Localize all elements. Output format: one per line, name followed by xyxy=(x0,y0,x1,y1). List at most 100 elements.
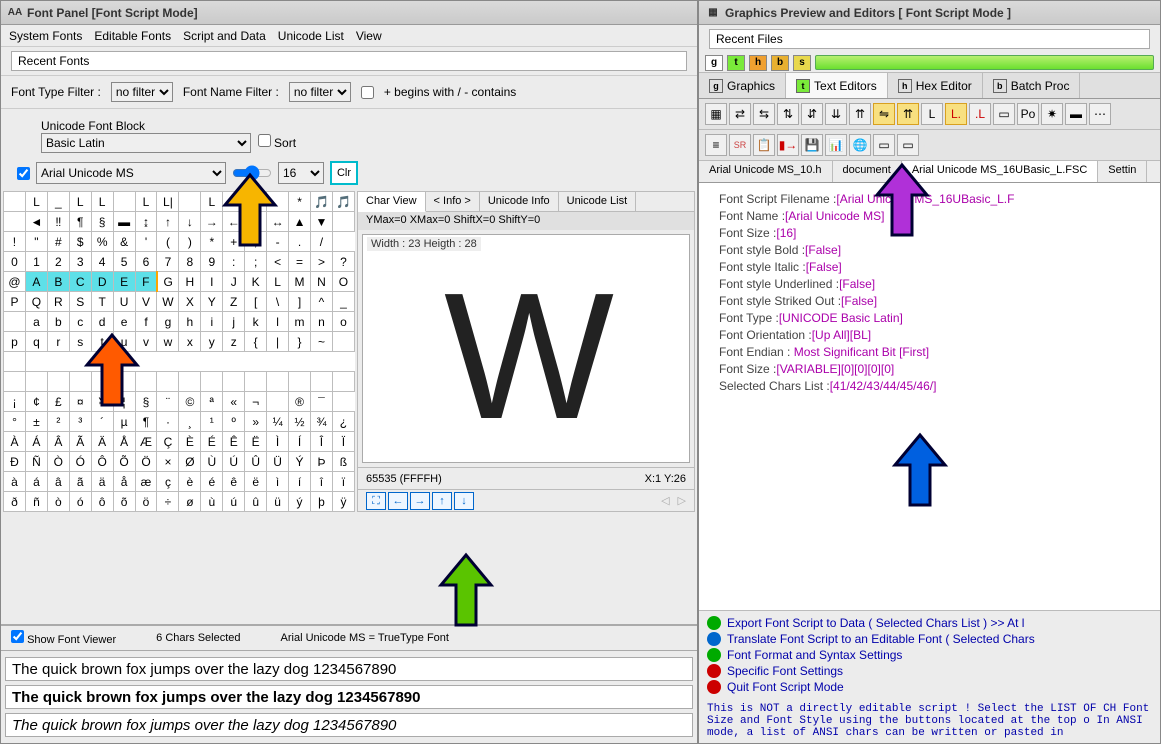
char-cell[interactable]: u xyxy=(113,332,135,352)
char-cell[interactable]: L xyxy=(25,192,47,212)
char-cell[interactable]: å xyxy=(113,472,135,492)
char-cell[interactable]: Ö xyxy=(135,452,157,472)
tab-text-editors[interactable]: tText Editors xyxy=(786,73,888,98)
char-cell[interactable]: n xyxy=(311,312,333,332)
char-cell[interactable]: W xyxy=(157,292,179,312)
char-cell[interactable]: V xyxy=(135,292,157,312)
char-cell[interactable]: N xyxy=(311,272,333,292)
char-cell[interactable]: ^ xyxy=(311,292,333,312)
tab-hex-editor[interactable]: hHex Editor xyxy=(888,73,983,98)
char-cell[interactable] xyxy=(135,372,157,392)
char-cell[interactable]: B xyxy=(47,272,69,292)
tbtn-box2-icon[interactable]: ▭ xyxy=(873,134,895,156)
char-cell[interactable]: % xyxy=(91,232,113,252)
char-cell[interactable]: J xyxy=(223,272,245,292)
tbtn-arrow3-icon[interactable]: ⇅ xyxy=(777,103,799,125)
show-viewer-checkbox[interactable] xyxy=(11,630,24,643)
char-cell[interactable]: ê xyxy=(223,472,245,492)
char-cell[interactable] xyxy=(332,332,354,352)
action-item[interactable]: Translate Font Script to an Editable Fon… xyxy=(707,631,1152,647)
char-cell[interactable]: T xyxy=(91,292,113,312)
char-cell[interactable]: ó xyxy=(69,492,91,512)
pill-h[interactable]: h xyxy=(749,55,767,71)
char-cell[interactable]: ç xyxy=(157,472,179,492)
sample-italic[interactable] xyxy=(5,713,693,737)
char-cell[interactable]: L xyxy=(267,272,289,292)
char-cell[interactable]: Û xyxy=(245,452,267,472)
char-cell[interactable]: Ç xyxy=(157,432,179,452)
nav-up-icon[interactable]: ↑ xyxy=(432,492,452,510)
tab-unicode-list[interactable]: Unicode List xyxy=(559,192,637,211)
char-cell[interactable]: + xyxy=(223,232,245,252)
script-editor[interactable]: Font Script Filename :[Arial Unicode MS_… xyxy=(699,183,1160,610)
char-cell[interactable] xyxy=(91,372,113,392)
tbtn-arrow5-icon[interactable]: ⇊ xyxy=(825,103,847,125)
char-cell[interactable]: Ð xyxy=(4,452,26,472)
clear-button[interactable]: Clr xyxy=(330,161,358,185)
char-cell[interactable]: Ä xyxy=(91,432,113,452)
char-cell[interactable] xyxy=(69,372,91,392)
char-cell[interactable]: Ë xyxy=(245,432,267,452)
char-cell[interactable]: b xyxy=(47,312,69,332)
char-cell[interactable]: ü xyxy=(267,492,289,512)
char-cell[interactable]: g xyxy=(157,312,179,332)
tbtn-globe-icon[interactable]: 🌐 xyxy=(849,134,871,156)
nav-fit-icon[interactable]: ⛶ xyxy=(366,492,386,510)
char-cell[interactable]: k xyxy=(245,312,267,332)
pill-g[interactable]: g xyxy=(705,55,723,71)
char-cell[interactable]: 0 xyxy=(4,252,26,272)
char-cell[interactable]: ã xyxy=(69,472,91,492)
char-cell[interactable]: Á xyxy=(25,432,47,452)
char-cell[interactable]: d xyxy=(91,312,113,332)
char-cell[interactable]: ¬ xyxy=(245,392,267,412)
nav-down-icon[interactable]: ↓ xyxy=(454,492,474,510)
char-cell[interactable]: ( xyxy=(157,232,179,252)
char-cell[interactable] xyxy=(267,372,289,392)
char-cell[interactable]: ® xyxy=(289,392,311,412)
char-cell[interactable]: Ê xyxy=(223,432,245,452)
tbtn-save-icon[interactable]: 💾 xyxy=(801,134,823,156)
char-cell[interactable]: & xyxy=(113,232,135,252)
char-cell[interactable]: F xyxy=(135,272,157,292)
tbtn-l2-icon[interactable]: L. xyxy=(945,103,967,125)
char-cell[interactable]: µ xyxy=(113,412,135,432)
char-cell[interactable]: ø xyxy=(179,492,201,512)
char-cell[interactable]: # xyxy=(47,232,69,252)
char-cell[interactable]: ± xyxy=(25,412,47,432)
char-cell[interactable]: " xyxy=(25,232,47,252)
char-cell[interactable] xyxy=(311,372,333,392)
char-cell[interactable]: à xyxy=(4,472,26,492)
char-cell[interactable]: ' xyxy=(135,232,157,252)
char-cell[interactable]: § xyxy=(135,392,157,412)
char-cell[interactable]: ß xyxy=(332,452,354,472)
char-cell[interactable]: × xyxy=(157,452,179,472)
char-cell[interactable] xyxy=(47,372,69,392)
char-cell[interactable] xyxy=(25,372,47,392)
char-cell[interactable]: ë xyxy=(245,472,267,492)
char-cell[interactable]: è xyxy=(179,472,201,492)
tab-graphics[interactable]: gGraphics xyxy=(699,73,786,98)
char-cell[interactable]: j xyxy=(223,312,245,332)
char-cell[interactable]: _ xyxy=(47,192,69,212)
char-cell[interactable]: ª xyxy=(201,392,223,412)
tab-char-view[interactable]: Char View xyxy=(358,192,426,212)
char-cell[interactable]: ï xyxy=(332,472,354,492)
pill-b[interactable]: b xyxy=(771,55,789,71)
char-cell[interactable]: é xyxy=(201,472,223,492)
tbtn-po-icon[interactable]: Po xyxy=(1017,103,1039,125)
font-slider[interactable] xyxy=(232,165,272,181)
char-cell[interactable] xyxy=(157,372,179,392)
tbtn-fill-icon[interactable]: ▬ xyxy=(1065,103,1087,125)
char-cell[interactable]: a xyxy=(25,312,47,332)
char-cell[interactable]: £ xyxy=(47,392,69,412)
char-cell[interactable]: ô xyxy=(91,492,113,512)
char-cell[interactable]: O xyxy=(332,272,354,292)
char-cell[interactable]: ~ xyxy=(311,332,333,352)
char-cell[interactable]: ¢ xyxy=(25,392,47,412)
char-cell[interactable]: X xyxy=(179,292,201,312)
action-item[interactable]: Quit Font Script Mode xyxy=(707,679,1152,695)
char-cell[interactable]: L| xyxy=(157,192,179,212)
char-cell[interactable]: Õ xyxy=(113,452,135,472)
char-cell[interactable]: ! xyxy=(4,232,26,252)
char-cell[interactable]: î xyxy=(311,472,333,492)
